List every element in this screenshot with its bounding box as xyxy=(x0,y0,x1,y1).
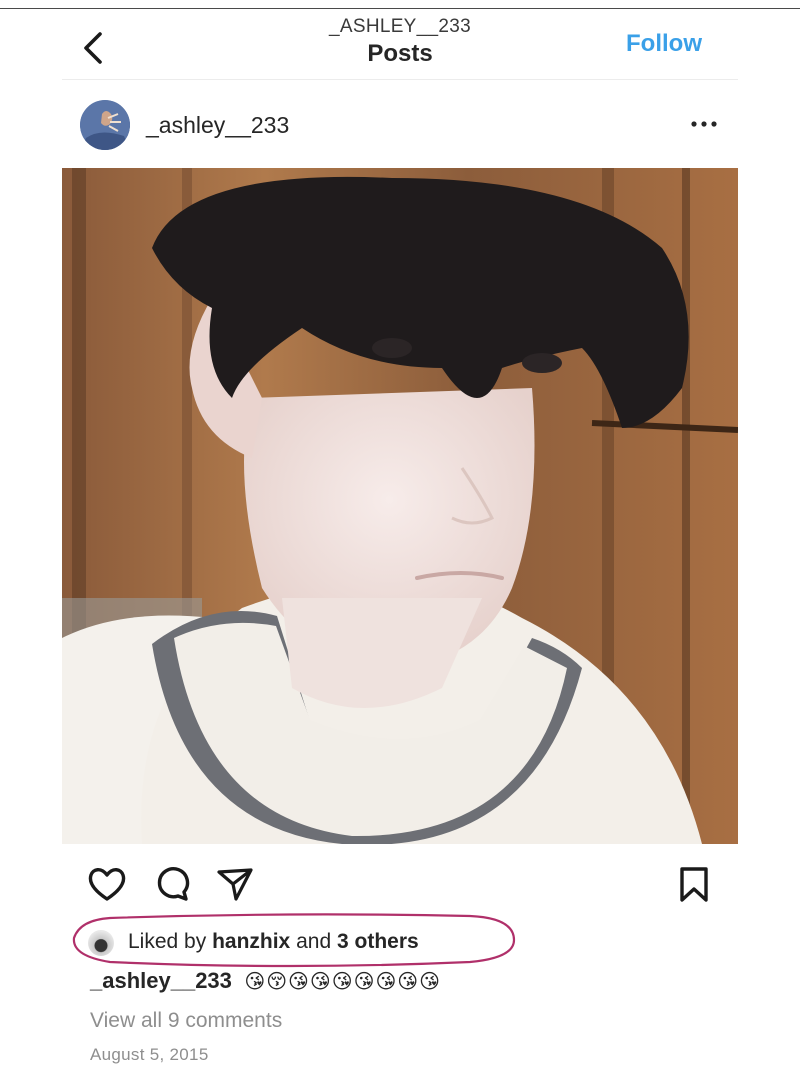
caption-emojis: 😘😚😘😘😘😘😘😘😘 xyxy=(244,970,442,993)
post-actions xyxy=(0,862,800,906)
avatar[interactable] xyxy=(80,100,130,150)
header-divider xyxy=(62,79,738,80)
post-photo-image xyxy=(62,168,738,844)
follow-button[interactable]: Follow xyxy=(626,30,702,58)
comment-icon[interactable] xyxy=(152,864,192,904)
liker-username[interactable]: hanzhix xyxy=(212,930,290,953)
top-edge-line xyxy=(0,8,800,9)
likes-prefix: Liked by xyxy=(128,930,207,953)
heart-icon[interactable] xyxy=(86,864,128,904)
ellipsis-icon[interactable] xyxy=(686,112,722,136)
share-icon[interactable] xyxy=(214,864,256,904)
app-header: _ASHLEY__233 Posts Follow xyxy=(0,10,800,80)
likes-others[interactable]: 3 others xyxy=(337,930,419,953)
liker-avatar[interactable] xyxy=(88,930,114,956)
post-username[interactable]: _ashley__233 xyxy=(146,112,289,139)
likes-summary[interactable]: Liked by hanzhix and 3 others xyxy=(128,930,419,954)
post-caption: _ashley__233 😘😚😘😘😘😘😘😘😘 xyxy=(90,968,441,998)
post-photo[interactable] xyxy=(62,168,738,844)
view-comments-link[interactable]: View all 9 comments xyxy=(90,1009,282,1033)
likes-joiner: and xyxy=(296,930,332,953)
caption-username[interactable]: _ashley__233 xyxy=(90,968,232,993)
post-date: August 5, 2015 xyxy=(90,1045,209,1064)
post-header: _ashley__233 xyxy=(0,92,800,158)
likes-row: Liked by hanzhix and 3 others xyxy=(0,913,800,968)
avatar-image xyxy=(80,100,130,150)
bookmark-icon[interactable] xyxy=(676,864,712,904)
